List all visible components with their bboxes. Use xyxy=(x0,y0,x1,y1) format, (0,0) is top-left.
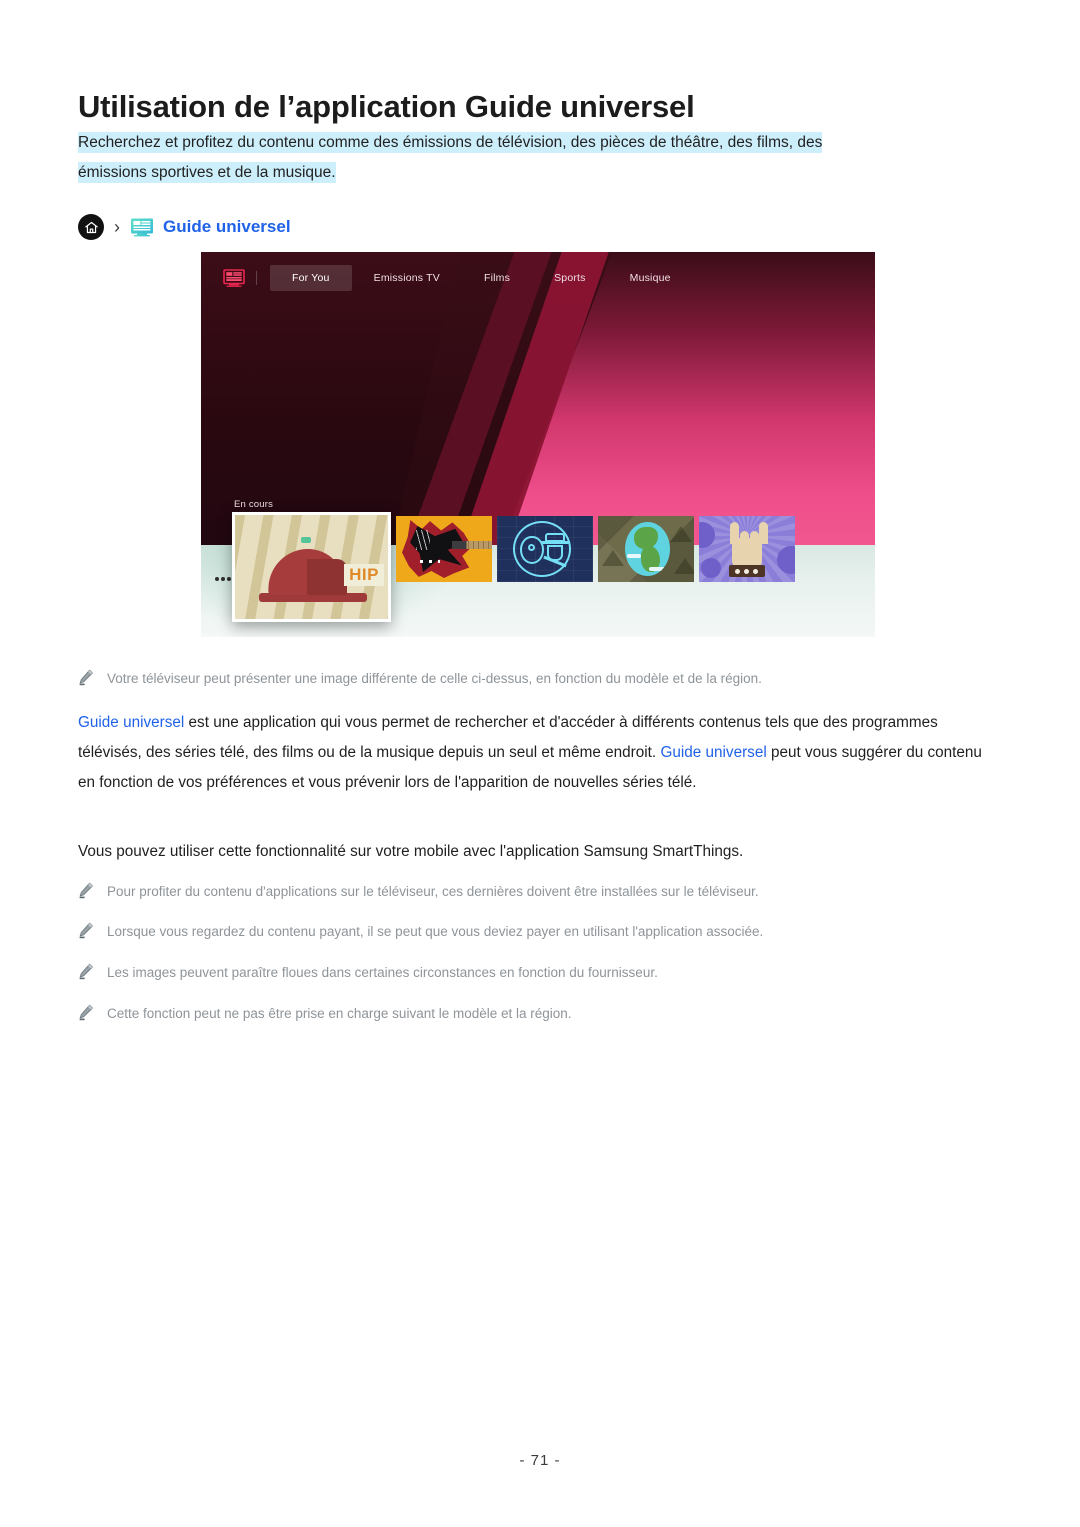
tv-row-label-en-cours: En cours xyxy=(234,499,274,510)
breadcrumb-label[interactable]: Guide universel xyxy=(163,217,291,237)
rock-hand-stud xyxy=(753,569,758,574)
tv-tab-emissions-tv[interactable]: Emissions TV xyxy=(352,265,462,291)
note-apps-installed: Pour profiter du contenu d'applications … xyxy=(78,881,978,904)
page-number: - 71 - xyxy=(519,1452,561,1469)
note-text: Pour profiter du contenu d'applications … xyxy=(107,884,759,899)
rock-hand-thumbnail[interactable] xyxy=(699,516,795,582)
cap-hip-text: HIP xyxy=(344,564,384,586)
pencil-icon xyxy=(78,963,94,985)
universal-guide-monitor-icon xyxy=(130,217,154,237)
globe-bg-triangle xyxy=(674,558,694,574)
note-text: Les images peuvent paraître floues dans … xyxy=(107,965,658,980)
globe-thumbnail[interactable] xyxy=(598,516,694,582)
note-text: Cette fonction peut ne pas être prise en… xyxy=(107,1006,572,1021)
inline-link-guide-universel[interactable]: Guide universel xyxy=(78,714,184,731)
tv-tab-films[interactable]: Films xyxy=(462,265,532,291)
universal-guide-app-icon xyxy=(223,268,245,288)
rock-hand-stud xyxy=(735,569,740,574)
tv-tab-sports[interactable]: Sports xyxy=(532,265,608,291)
note-paid-content: Lorsque vous regardez du contenu payant,… xyxy=(78,921,978,944)
note-blurry-images: Les images peuvent paraître floues dans … xyxy=(78,962,978,985)
inline-link-guide-universel[interactable]: Guide universel xyxy=(660,744,766,761)
neon-hat-brim xyxy=(541,541,569,544)
pencil-icon xyxy=(78,1004,94,1026)
tv-more-dots-icon[interactable] xyxy=(215,577,231,581)
guitar-frets xyxy=(468,541,492,549)
tv-ui-screenshot: For You Emissions TV Films Sports Musiqu… xyxy=(201,252,875,637)
document-page: Utilisation de l’application Guide unive… xyxy=(0,0,1080,1527)
hip-hop-cap-thumbnail[interactable]: HIP xyxy=(232,512,391,622)
guitar-strings xyxy=(416,530,430,550)
intro-line-2: émissions sportives et de la musique. xyxy=(78,162,336,183)
pencil-icon xyxy=(78,882,94,904)
tv-tab-for-you[interactable]: For You xyxy=(270,265,352,291)
cap-panel xyxy=(307,559,347,595)
intro-paragraph: Recherchez et profitez du contenu comme … xyxy=(78,128,958,188)
electric-guitar-thumbnail[interactable] xyxy=(396,516,492,582)
note-text: Lorsque vous regardez du contenu payant,… xyxy=(107,924,764,939)
rock-hand-palm xyxy=(732,538,762,568)
page-title: Utilisation de l’application Guide unive… xyxy=(78,88,695,124)
body-paragraph-2: Vous pouvez utiliser cette fonctionnalit… xyxy=(78,843,744,860)
intro-line-1: Recherchez et profitez du contenu comme … xyxy=(78,132,823,153)
note-image-difference: Votre téléviseur peut présenter une imag… xyxy=(78,668,978,691)
guitar-dots xyxy=(420,560,440,563)
note-support: Cette fonction peut ne pas être prise en… xyxy=(78,1003,978,1026)
globe-cloud xyxy=(627,554,641,558)
globe-bg-triangle xyxy=(670,526,692,542)
pencil-icon xyxy=(78,922,94,944)
breadcrumb[interactable]: › Guide universel xyxy=(78,212,291,242)
tv-thumbnail-row: HIP xyxy=(232,512,795,622)
tv-tab-musique[interactable]: Musique xyxy=(608,265,693,291)
rock-hand-blob xyxy=(701,558,721,578)
rock-hand-stud xyxy=(744,569,749,574)
globe-bg-triangle xyxy=(602,550,624,566)
globe-sphere xyxy=(625,522,670,576)
neon-ukulele-hole xyxy=(528,544,535,551)
note-text: Votre téléviseur peut présenter une imag… xyxy=(107,671,762,686)
neon-ukulele-thumbnail[interactable] xyxy=(497,516,593,582)
cap-button xyxy=(301,537,311,543)
tv-nav-divider xyxy=(256,271,257,285)
home-icon[interactable] xyxy=(78,214,104,240)
globe-cloud xyxy=(649,567,665,571)
chevron-right-icon: › xyxy=(114,217,120,237)
body-paragraph-1: Guide universel est une application qui … xyxy=(78,708,986,798)
tv-nav-bar: For You Emissions TV Films Sports Musiqu… xyxy=(201,252,875,304)
pencil-icon xyxy=(78,669,94,691)
